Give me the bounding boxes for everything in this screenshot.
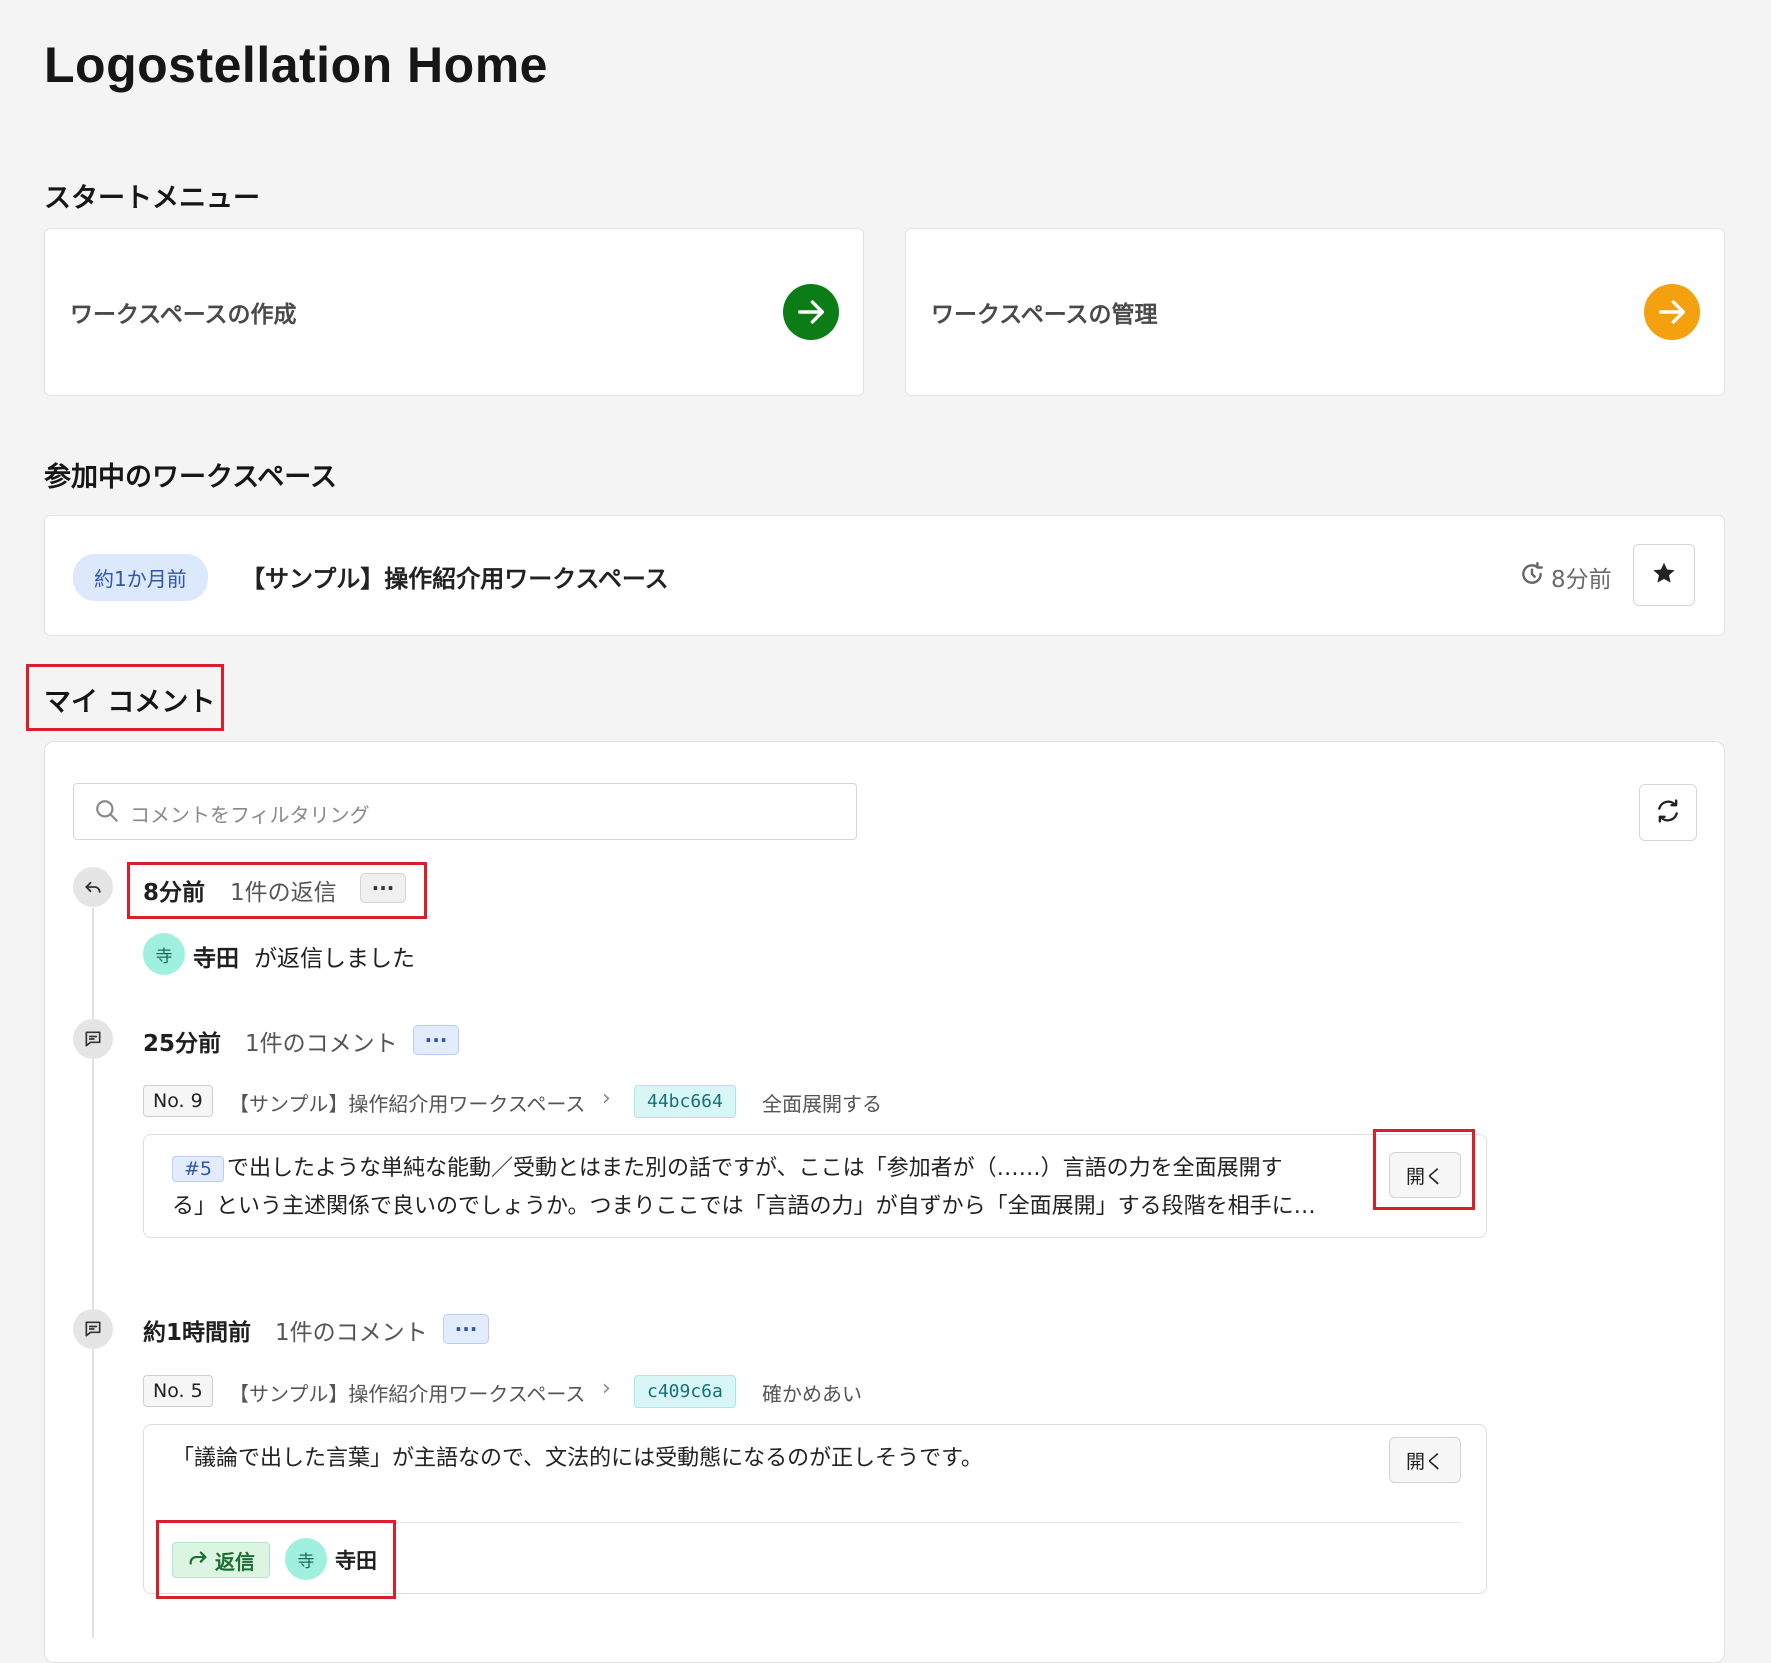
comment-text: 「議論で出した言葉」が主語なので、文法的には受動態になるのが正しそうです。 bbox=[172, 1446, 983, 1471]
create-workspace-card[interactable]: ワークスペースの作成 bbox=[44, 228, 864, 396]
target-text: 確かめあい bbox=[762, 1382, 862, 1406]
entry-summary: 1件のコメント bbox=[275, 1320, 428, 1346]
entry-time: 約1時間前 bbox=[143, 1320, 252, 1346]
chevron-right-icon: › bbox=[602, 1086, 611, 1111]
workspace-row[interactable]: 約1か月前 【サンプル】操作紹介用ワークスペース 8分前 bbox=[44, 515, 1725, 636]
timeline-line bbox=[92, 908, 94, 1638]
search-icon bbox=[94, 798, 120, 828]
highlight-box bbox=[1373, 1129, 1475, 1210]
manage-workspace-card[interactable]: ワークスペースの管理 bbox=[905, 228, 1725, 396]
create-workspace-label: ワークスペースの作成 bbox=[70, 302, 297, 328]
workspaces-title: 参加中のワークスペース bbox=[44, 462, 337, 493]
more-options-button[interactable]: ··· bbox=[443, 1314, 489, 1344]
reply-action-text: が返信しました bbox=[254, 946, 415, 972]
start-menu-title: スタートメニュー bbox=[44, 183, 260, 214]
highlight-box bbox=[127, 862, 427, 919]
highlight-box bbox=[156, 1520, 396, 1599]
entry-time: 25分前 bbox=[143, 1031, 222, 1057]
avatar: 寺 bbox=[143, 933, 185, 975]
comment-icon bbox=[73, 1019, 113, 1059]
reference-badge[interactable]: #5 bbox=[172, 1156, 225, 1182]
highlight-box bbox=[26, 664, 224, 731]
target-text: 全面展開する bbox=[762, 1092, 882, 1116]
arrow-right-icon[interactable] bbox=[1644, 284, 1700, 340]
open-button[interactable]: 開く bbox=[1389, 1437, 1461, 1483]
star-icon bbox=[1651, 560, 1677, 590]
chevron-right-icon: › bbox=[602, 1376, 611, 1401]
workspace-age-badge: 約1か月前 bbox=[73, 554, 208, 601]
refresh-button[interactable] bbox=[1639, 784, 1697, 841]
comment-number-badge: No. 5 bbox=[143, 1375, 213, 1407]
history-icon bbox=[1519, 561, 1545, 591]
user-name[interactable]: 寺田 bbox=[193, 939, 239, 973]
comment-filter-placeholder: コメントをフィルタリング bbox=[130, 803, 370, 827]
workspace-link[interactable]: 【サンプル】操作紹介用ワークスペース bbox=[229, 1088, 585, 1117]
comment-number-badge: No. 9 bbox=[143, 1085, 213, 1117]
workspace-name[interactable]: 【サンプル】操作紹介用ワークスペース bbox=[241, 559, 669, 594]
page-title: Logostellation Home bbox=[44, 37, 548, 93]
commit-hash-badge[interactable]: c409c6a bbox=[634, 1375, 736, 1408]
comment-card: #5 で出したような単純な能動／受動とはまた別の話ですが、ここは「参加者が（……）… bbox=[143, 1134, 1487, 1238]
more-options-button[interactable]: ··· bbox=[413, 1025, 459, 1055]
entry-summary: 1件のコメント bbox=[245, 1031, 398, 1057]
commit-hash-badge[interactable]: 44bc664 bbox=[634, 1085, 736, 1118]
favorite-button[interactable] bbox=[1633, 544, 1695, 606]
workspace-updated-time: 8分前 bbox=[1551, 567, 1612, 593]
comment-icon bbox=[73, 1309, 113, 1349]
comment-text-line-1: で出したような単純な能動／受動とはまた別の話ですが、ここは「参加者が（……）言語… bbox=[227, 1156, 1283, 1181]
refresh-icon bbox=[1654, 797, 1682, 829]
arrow-right-icon[interactable] bbox=[783, 284, 839, 340]
comment-text-line-2: る」という主述関係で良いのでしょうか。つまりここでは「言語の力」が自ずから「全面… bbox=[172, 1194, 1316, 1219]
reply-icon bbox=[73, 867, 113, 907]
comment-filter-field[interactable]: コメントをフィルタリング bbox=[73, 783, 857, 840]
manage-workspace-label: ワークスペースの管理 bbox=[931, 302, 1158, 328]
comment-body: #5 で出したような単純な能動／受動とはまた別の話ですが、ここは「参加者が（……）… bbox=[172, 1150, 1372, 1225]
workspace-link[interactable]: 【サンプル】操作紹介用ワークスペース bbox=[229, 1378, 585, 1407]
